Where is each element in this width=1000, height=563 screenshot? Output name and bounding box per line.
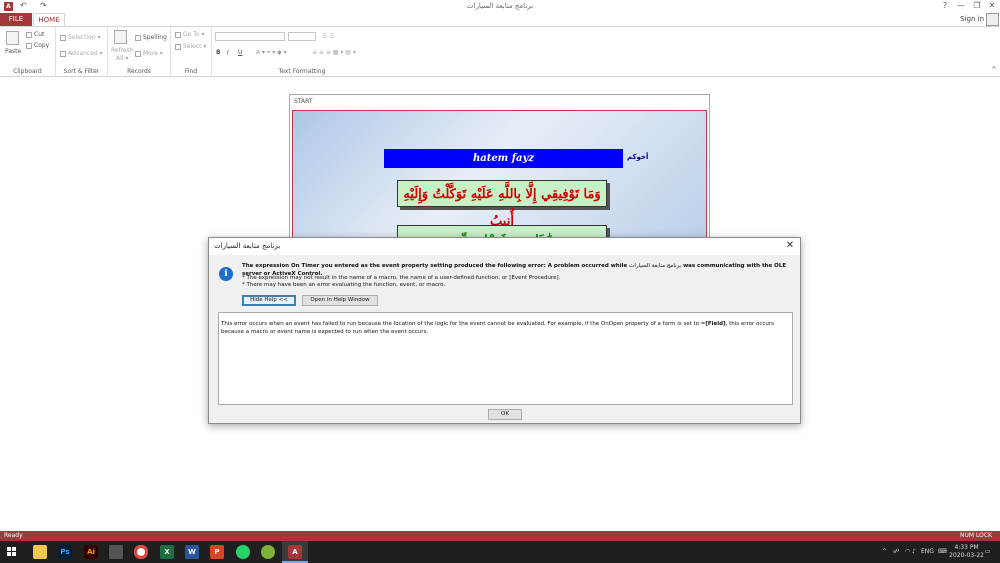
sort-filter-group: Selection ▾ Advanced ▾ Sort & Filter <box>56 27 108 77</box>
find-label: Find <box>184 68 198 75</box>
help-text: This error occurs when an event has fail… <box>221 321 775 335</box>
sign-in-link[interactable]: Sign in <box>960 15 984 23</box>
status-ready: Ready <box>4 532 23 539</box>
open-help-window-button[interactable]: Open in Help Window <box>302 295 378 306</box>
access-taskbar-icon[interactable]: A <box>288 545 302 559</box>
notifications-icon[interactable]: ▭ <box>985 548 991 555</box>
verse-label-1: وَمَا تَوْفِيقِي إِلَّا بِاللَّهِ عَلَيْ… <box>397 180 607 229</box>
tab-file[interactable]: FILE <box>0 13 32 26</box>
help-icon[interactable]: ? <box>938 1 952 10</box>
tray-network-icon[interactable]: ☍ <box>893 548 899 555</box>
ribbon: Paste Cut Copy Clipboard Selection ▾ Adv… <box>0 26 1000 77</box>
window-title: برنامج متابعة السيارات <box>466 2 534 10</box>
text-formatting-label: Text Formatting <box>278 68 326 75</box>
info-icon: i <box>219 267 233 281</box>
windows-start-icon[interactable] <box>7 547 17 557</box>
hide-help-button[interactable]: Hide Help << <box>242 295 296 306</box>
taskbar: Ps Ai X W P A ^ ☍ ◠ ♪ ENG ⌨ 4:33 PM 2020… <box>0 541 1000 563</box>
records-group: Refresh All ▾ Spelling More ▾ Records <box>108 27 171 77</box>
language-indicator[interactable]: ENG <box>921 548 934 555</box>
form-title: START <box>294 98 313 105</box>
clipboard-label: Clipboard <box>13 68 42 75</box>
find-group: Go To ▾ Select ▾ Find <box>171 27 212 77</box>
arrow-icon <box>175 31 181 38</box>
select-button[interactable]: Select ▾ <box>175 43 206 50</box>
restore-button[interactable]: ❐ <box>970 1 984 10</box>
ok-button[interactable]: OK <box>488 409 522 420</box>
green-app-icon[interactable] <box>261 545 275 559</box>
status-num-lock: NUM LOCK <box>960 532 992 539</box>
align-icon[interactable]: ≡ ≡ ≡ ▦ ▾ ▤ ▾ <box>312 49 356 56</box>
more-icon <box>135 50 141 57</box>
go-to-button[interactable]: Go To ▾ <box>175 31 204 38</box>
chrome-icon[interactable] <box>134 545 148 559</box>
whatsapp-icon[interactable] <box>236 545 250 559</box>
font-size-select[interactable] <box>288 32 316 41</box>
bullets-icon[interactable]: ☰ ☰ <box>322 33 335 40</box>
ribbon-tabs: FILE HOME Sign in <box>0 13 1000 26</box>
spelling-button[interactable]: Spelling <box>135 34 167 41</box>
cut-button[interactable]: Cut <box>26 31 44 38</box>
scissors-icon <box>26 31 32 38</box>
close-button[interactable]: ✕ <box>985 1 999 10</box>
taskbar-clock[interactable]: 4:33 PM 2020-03-22 <box>949 544 984 560</box>
refresh-icon <box>114 30 127 44</box>
file-explorer-icon[interactable] <box>33 545 47 559</box>
form-body: hatem fayz أخوكم وَمَا تَوْفِيقِي إِلَّا… <box>292 110 707 251</box>
powerpoint-icon[interactable]: P <box>210 545 224 559</box>
records-label: Records <box>127 68 151 75</box>
error-bullets: * The expression may not result in the n… <box>242 275 561 288</box>
tray-wifi-icon[interactable]: ◠ <box>905 548 910 555</box>
help-text-box[interactable]: This error occurs when an event has fail… <box>218 312 793 405</box>
dialog-close-icon[interactable]: ✕ <box>784 240 796 251</box>
excel-icon[interactable]: X <box>160 545 174 559</box>
more-button[interactable]: More ▾ <box>135 50 163 57</box>
tab-home[interactable]: HOME <box>33 13 65 26</box>
advanced-button[interactable]: Advanced ▾ <box>60 50 103 57</box>
collapse-ribbon-icon[interactable]: ^ <box>991 66 997 74</box>
author-name-field[interactable]: hatem fayz <box>384 149 623 168</box>
photoshop-icon[interactable]: Ps <box>58 545 72 559</box>
selection-button[interactable]: Selection ▾ <box>60 34 101 41</box>
illustrator-icon[interactable]: Ai <box>84 545 98 559</box>
italic-button[interactable]: I <box>227 49 229 56</box>
tray-volume-icon[interactable]: ♪ <box>912 548 916 555</box>
font-name-select[interactable] <box>215 32 285 41</box>
advanced-filter-icon <box>60 50 66 57</box>
cursor-icon <box>175 43 181 50</box>
paste-icon <box>6 31 19 45</box>
title-bar: A ↶ ↷ برنامج متابعة السيارات ? — ❐ ✕ <box>0 0 1000 13</box>
start-form-window: START hatem fayz أخوكم وَمَا تَوْفِيقِي … <box>289 94 710 251</box>
refresh-all-dropdown[interactable]: All ▾ <box>116 55 128 62</box>
minimize-button[interactable]: — <box>954 1 968 10</box>
underline-button[interactable]: U <box>238 49 242 56</box>
font-color-icon[interactable]: A ▾ ⌖ ▾ ◆ ▾ <box>256 49 287 57</box>
copy-icon <box>26 42 32 49</box>
bold-button[interactable]: B <box>216 49 221 56</box>
error-dialog: برنامج متابعة السيارات ✕ i The expressio… <box>208 237 801 424</box>
copy-button[interactable]: Copy <box>26 42 49 49</box>
spelling-icon <box>135 34 141 41</box>
dialog-title: برنامج متابعة السيارات <box>214 242 281 250</box>
keyboard-icon[interactable]: ⌨ <box>938 548 947 555</box>
status-bar: Ready NUM LOCK <box>0 531 1000 541</box>
dialog-title-bar: برنامج متابعة السيارات ✕ <box>209 238 800 255</box>
avatar[interactable] <box>986 13 999 26</box>
text-formatting-group: ☰ ☰ B I U A ▾ ⌖ ▾ ◆ ▾ ≡ ≡ ≡ ▦ ▾ ▤ ▾ Text… <box>212 27 392 77</box>
word-icon[interactable]: W <box>185 545 199 559</box>
author-name-label: أخوكم <box>627 153 649 161</box>
clipboard-group: Paste Cut Copy Clipboard <box>0 27 56 77</box>
access-taskbar-active[interactable]: A <box>282 541 308 563</box>
tray-arrow-icon[interactable]: ^ <box>882 548 887 555</box>
paste-button[interactable]: Paste <box>5 48 21 55</box>
calculator-icon[interactable] <box>109 545 123 559</box>
refresh-all-button[interactable]: Refresh <box>111 47 134 54</box>
filter-icon <box>60 34 66 41</box>
sort-filter-label: Sort & Filter <box>63 68 100 75</box>
